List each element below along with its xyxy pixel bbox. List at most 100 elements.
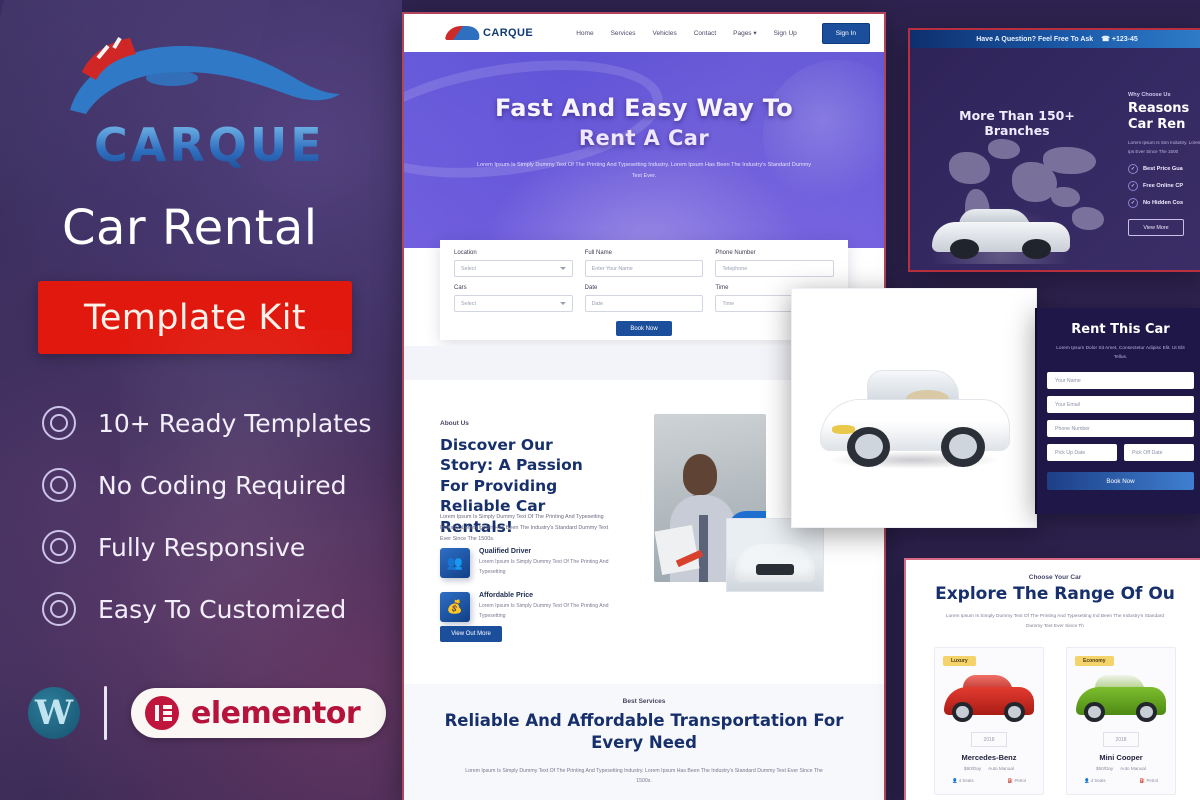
bullet-label: Best Price Gua xyxy=(1143,166,1183,173)
car-wheel-rear xyxy=(1004,702,1025,722)
fuel-icon: ⛽ xyxy=(1139,778,1146,784)
car-price: $50/Day xyxy=(1096,766,1114,772)
car-wheel-front xyxy=(950,239,979,260)
feature-label: No Coding Required xyxy=(98,470,347,500)
car-swoosh-icon xyxy=(445,26,481,40)
full-name-input[interactable]: Enter Your Name xyxy=(584,260,704,277)
car-wheel-front xyxy=(1084,702,1105,722)
list-item: ✓ No Hidden Cos xyxy=(1128,198,1200,209)
explore-range-mockup: Choose Your Car Explore The Range Of Ou … xyxy=(904,558,1200,800)
location-select[interactable]: Select xyxy=(454,260,573,277)
nav-contact[interactable]: Contact xyxy=(694,30,716,37)
platform-badges: W elementor xyxy=(28,686,387,740)
nav-vehicles[interactable]: Vehicles xyxy=(653,30,677,37)
phone-icon-label[interactable]: ☎ +123-45 xyxy=(1101,35,1138,43)
mercedes-car-photo xyxy=(935,666,1043,728)
your-name-input[interactable]: Your Name xyxy=(1047,372,1194,390)
list-item: No Coding Required xyxy=(30,454,390,516)
screenshot-stage: CARQUE Car Rental Template Kit 10+ Ready… xyxy=(0,0,1200,800)
about-feature-affordable-price: 💰 Affordable Price Lorem Ipsum Is Simply… xyxy=(440,592,630,622)
car-name: Mercedes-Benz xyxy=(961,753,1017,763)
your-email-input[interactable]: Your Email xyxy=(1047,396,1194,414)
feature-text: Lorem Ipsum Is Simply Dummy Text Of The … xyxy=(479,559,609,575)
car-name: Mini Cooper xyxy=(1099,753,1143,763)
list-item[interactable]: Luxury 2018 Mercedes-Benz $60/Day Auto M… xyxy=(934,647,1044,796)
photo-car-body xyxy=(734,543,816,583)
template-kit-label: Template Kit xyxy=(83,297,307,338)
target-circle-icon xyxy=(42,592,76,626)
list-item: ✓ Free Online CP xyxy=(1128,181,1200,192)
hero-people-photo xyxy=(471,134,817,248)
fuel-spec: ⛽ Petrol xyxy=(1140,778,1158,784)
nav-pages-dropdown[interactable]: Pages ▾ xyxy=(733,29,757,37)
navbar-logo[interactable]: CARQUE xyxy=(445,26,533,40)
rent-heading: Rent This Car xyxy=(1071,322,1170,337)
why-choose-body: More Than 150+ Branches Why Choose Us Re… xyxy=(910,48,1200,270)
feature-label: Easy To Customized xyxy=(98,594,347,624)
nav-sign-up[interactable]: Sign Up xyxy=(774,30,797,37)
date-input[interactable]: Date xyxy=(584,295,704,312)
status-badge: Economy xyxy=(1075,656,1114,667)
phone-number-input[interactable]: Phone Number xyxy=(1047,420,1194,438)
seats-spec: 👤 4 Seats xyxy=(1084,778,1106,784)
mini-cooper-car-photo xyxy=(1067,666,1175,728)
field-full-name: Full Name Enter Your Name xyxy=(584,250,704,277)
convertible-car-card xyxy=(791,288,1037,528)
feature-label: 10+ Ready Templates xyxy=(98,408,372,438)
feature-title: Qualified Driver xyxy=(479,548,532,555)
hero-section: Fast And Easy Way To Rent A Car Lorem Ip… xyxy=(404,52,884,248)
list-item: ✓ Best Price Gua xyxy=(1128,164,1200,175)
car-wheel-rear xyxy=(941,427,985,467)
about-photo-car xyxy=(726,518,824,592)
about-paragraph: Lorem Ipsum Is Simply Dummy Text Of The … xyxy=(440,514,609,542)
list-item: 10+ Ready Templates xyxy=(30,392,390,454)
car-wheel-rear xyxy=(1136,702,1157,722)
topbar: Have A Question? Feel Free To Ask ☎ +123… xyxy=(910,30,1200,48)
feature-label: Fully Responsive xyxy=(98,532,306,562)
explore-paragraph: Lorem Ipsum Is Simply Dummy Text Of The … xyxy=(945,614,1165,629)
car-meta: $50/Day Auto Manual xyxy=(1067,766,1175,771)
promo-brand-text: CARQUE xyxy=(94,118,325,172)
why-choose-paragraph: Lorem Ipsum Is Sim Industry. Lorem Ips E… xyxy=(1128,140,1200,155)
photo-clipboard xyxy=(654,525,701,575)
field-date: Date Date xyxy=(584,285,704,312)
phone-number-input[interactable]: Telephone xyxy=(715,260,834,277)
book-now-button[interactable]: Book Now xyxy=(1047,472,1194,491)
services-heading: Reliable And Affordable Transportation F… xyxy=(444,711,844,753)
site-navbar: CARQUE Home Services Vehicles Contact Pa… xyxy=(404,14,884,52)
navbar-menu: Home Services Vehicles Contact Pages ▾ S… xyxy=(576,22,870,44)
services-section: Best Services Reliable And Affordable Tr… xyxy=(404,684,884,800)
convertible-car-photo xyxy=(816,361,1012,471)
feature-title: Affordable Price xyxy=(479,592,534,599)
why-choose-kicker: Why Choose Us xyxy=(1128,92,1171,98)
book-now-button[interactable]: Book Now xyxy=(616,321,672,336)
photo-head xyxy=(683,454,717,495)
promo-panel: CARQUE Car Rental Template Kit 10+ Ready… xyxy=(0,0,402,800)
view-out-more-button[interactable]: View Out More xyxy=(440,626,502,642)
badge-divider xyxy=(104,686,107,740)
cars-select[interactable]: Select xyxy=(454,295,573,312)
services-kicker: Best Services xyxy=(622,698,666,705)
promo-title: Car Rental xyxy=(62,200,318,256)
nav-services[interactable]: Services xyxy=(611,30,636,37)
car-specs: 👤 4 Seats ⛽ Petrol xyxy=(1067,778,1175,784)
sign-in-button[interactable]: Sign In xyxy=(821,22,870,44)
rent-this-car-mockup: Rent This Car Lorem Ipsum Dolor Sit Amet… xyxy=(1035,308,1200,514)
pick-up-date-input[interactable]: Pick Up Date xyxy=(1047,444,1117,462)
booking-form: Location Select Full Name Enter Your Nam… xyxy=(440,240,848,340)
check-circle-icon: ✓ xyxy=(1128,198,1138,209)
car-headlamp-icon xyxy=(831,424,856,434)
car-wheel-front xyxy=(847,427,891,467)
carque-logo-mark xyxy=(70,36,340,114)
car-meta: $60/Day Auto Manual xyxy=(935,766,1043,771)
view-more-button[interactable]: View More xyxy=(1128,219,1184,237)
topbar-question: Have A Question? Feel Free To Ask xyxy=(976,35,1094,43)
nav-home[interactable]: Home xyxy=(576,30,593,37)
seat-icon: 👤 xyxy=(952,778,958,784)
field-phone-number: Phone Number Telephone xyxy=(715,250,834,277)
pick-off-date-input[interactable]: Pick Off Date xyxy=(1124,444,1194,462)
hand-coin-icon: 💰 xyxy=(440,592,470,622)
wordpress-icon: W xyxy=(28,687,80,739)
list-item[interactable]: Economy 2018 Mini Cooper $50/Day Auto Ma… xyxy=(1066,647,1176,796)
promo-feature-list: 10+ Ready Templates No Coding Required F… xyxy=(30,392,390,640)
